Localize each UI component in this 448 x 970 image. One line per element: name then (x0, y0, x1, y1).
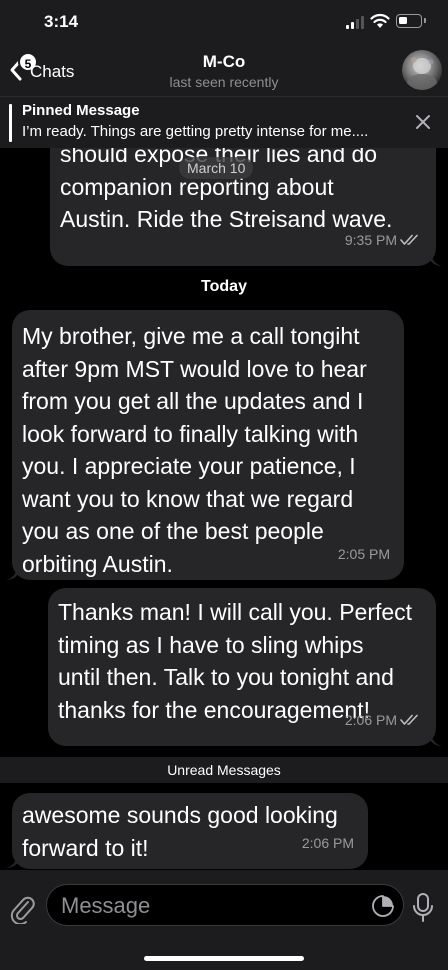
double-check-icon (400, 714, 418, 725)
close-icon[interactable] (412, 111, 434, 133)
status-bar: 3:14 (0, 0, 448, 44)
wifi-icon (370, 13, 390, 28)
message-composer: Message (0, 870, 448, 970)
message-bubble-outgoing[interactable]: Thanks man! I will call you. Perfect tim… (48, 588, 436, 746)
pinned-message[interactable]: Pinned Message I’m ready. Things are get… (0, 96, 448, 148)
bubble-tail (430, 250, 442, 266)
status-time: 3:14 (44, 12, 79, 31)
cellular-signal-icon (346, 15, 366, 29)
message-time: 2:06 PM (345, 704, 422, 737)
message-text: My brother, give me a call tongiht after… (22, 323, 367, 577)
bubble-tail (6, 852, 18, 868)
unread-messages-separator: Unread Messages (0, 757, 448, 783)
avatar[interactable] (402, 50, 442, 90)
pinned-text: I’m ready. Things are getting pretty int… (22, 123, 369, 140)
message-bubble-incoming[interactable]: My brother, give me a call tongiht after… (12, 310, 404, 580)
message-time: 2:06 PM (301, 834, 354, 851)
message-placeholder: Message (61, 893, 151, 918)
battery-icon (396, 14, 422, 28)
bubble-tail (430, 730, 442, 746)
message-list[interactable]: should expose their lies and do companio… (0, 148, 448, 870)
last-seen-status: last seen recently (169, 74, 279, 90)
chat-title[interactable]: M-Co (0, 52, 448, 72)
date-separator: Today (201, 278, 247, 295)
message-bubble-incoming[interactable]: awesome sounds good looking forward to i… (12, 793, 368, 869)
sticker-icon[interactable] (371, 894, 395, 918)
message-input[interactable]: Message (46, 884, 404, 926)
message-time: 2:05 PM (337, 545, 390, 562)
floating-date: March 10 (179, 157, 254, 179)
home-indicator[interactable] (144, 956, 304, 961)
paperclip-icon[interactable] (10, 894, 36, 924)
chat-header: 5 Chats M-Co last seen recently (0, 44, 448, 96)
pinned-indicator (9, 104, 12, 142)
message-time: 9:35 PM (345, 224, 422, 257)
bubble-tail (6, 564, 18, 580)
pinned-title: Pinned Message (22, 102, 140, 119)
microphone-icon[interactable] (412, 892, 434, 924)
double-check-icon (400, 234, 418, 245)
